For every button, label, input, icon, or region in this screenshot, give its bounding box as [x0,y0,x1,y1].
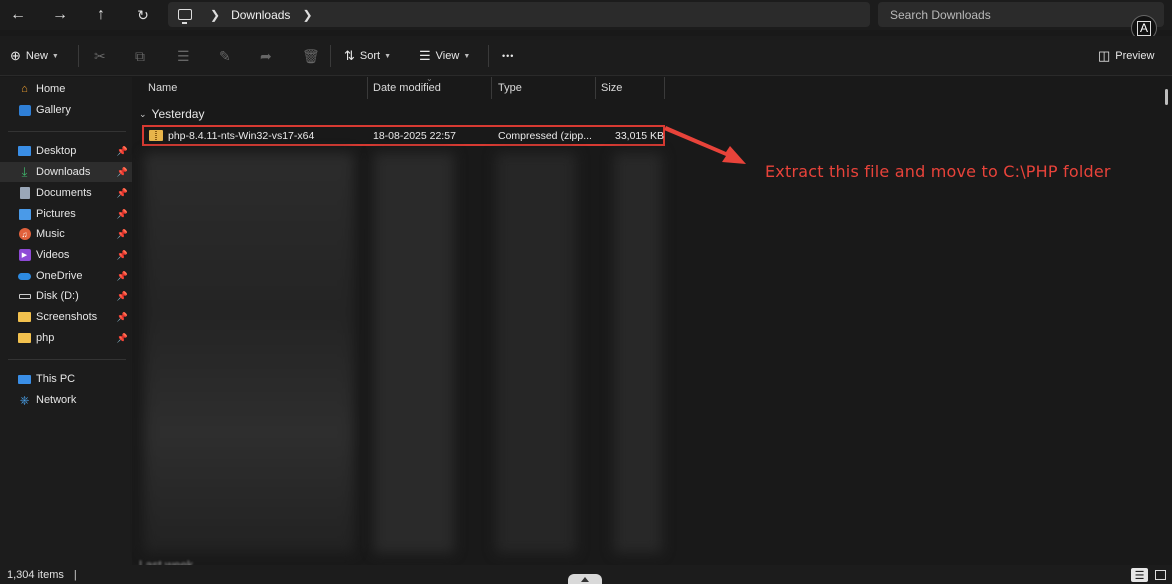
download-icon: ⤓ [21,164,28,179]
file-type: Compressed (zipp... [498,130,592,142]
item-count: 1,304 items [7,568,64,581]
more-options-button[interactable]: ••• [502,45,514,67]
sidebar-item-pictures[interactable]: Pictures 📌 [0,204,132,224]
collapse-tab-icon[interactable] [568,574,602,584]
copy-icon[interactable]: ⧉ [135,45,145,67]
chevron-down-icon: ▼ [384,52,392,60]
sidebar-item-screenshots[interactable]: Screenshots 📌 [0,307,132,327]
status-separator: | [73,568,77,581]
pin-icon[interactable]: 📌 [117,271,128,282]
back-icon[interactable]: ← [5,4,31,26]
pin-icon[interactable]: 📌 [117,250,128,261]
gallery-icon [18,104,31,116]
chevron-down-icon: ⌄ [139,108,147,119]
picture-icon [18,208,31,220]
search-input[interactable]: Search Downloads [878,2,1164,27]
sort-icon: ⇅ [344,48,355,63]
pin-icon[interactable]: 📌 [117,333,128,344]
annotation-text: Extract this file and move to C:\PHP fol… [765,162,1111,181]
home-icon: ⌂ [21,83,28,95]
pin-icon[interactable]: 📌 [117,291,128,302]
vertical-scrollbar[interactable] [1165,89,1168,105]
annotation-arrow-icon [664,126,746,164]
sidebar-item-home[interactable]: ⌂ Home [0,79,132,99]
forward-icon[interactable]: → [47,4,73,26]
desktop-icon [18,145,31,157]
pin-icon[interactable]: 📌 [117,312,128,323]
computer-icon [18,373,31,385]
sort-button[interactable]: ⇅ Sort ▼ [344,45,391,67]
folder-icon [18,311,31,323]
column-header-name[interactable]: Name [148,77,177,99]
command-bar: ⊕ New ▼ ✂ ⧉ ☰ ✎ ➦ 🗑 ⇅ Sort ▼ ☰ View ▼ ••… [0,36,1172,76]
zip-folder-icon [149,130,163,141]
paste-icon[interactable]: ☰ [177,45,190,67]
obscured-sizes [614,153,662,553]
new-button[interactable]: ⊕ New ▼ [10,45,59,67]
details-view-icon[interactable]: ☰ [1131,568,1148,582]
address-row: ← → ↑ ↻ ❯ Downloads ❯ Search Downloads [0,0,1172,30]
sidebar-item-onedrive[interactable]: OneDrive 📌 [0,266,132,286]
navigation-pane: ⌂ Home Gallery Desktop 📌 ⤓ Downloads 📌 D… [0,77,132,565]
pin-icon[interactable]: 📌 [117,209,128,220]
column-header-date-modified[interactable]: Date modified [373,77,441,99]
search-placeholder: Search Downloads [890,7,991,22]
chevron-down-icon: ▼ [463,52,471,60]
file-date-modified: 18-08-2025 22:57 [373,130,456,142]
pin-icon[interactable]: 📌 [117,146,128,157]
sidebar-item-disk-d[interactable]: Disk (D:) 📌 [0,286,132,306]
sidebar-item-documents[interactable]: Documents 📌 [0,183,132,203]
video-icon: ▶ [18,249,31,261]
network-icon: ⎈ [19,392,30,407]
sidebar-item-php[interactable]: php 📌 [0,328,132,348]
obscured-types [496,153,576,553]
share-icon[interactable]: ➦ [260,45,272,67]
column-header-size[interactable]: Size [601,77,622,99]
column-header-type[interactable]: Type [498,77,522,99]
pin-icon[interactable]: 📌 [117,229,128,240]
cloud-icon [18,270,31,282]
plus-circle-icon: ⊕ [10,48,21,63]
sidebar-item-gallery[interactable]: Gallery [0,100,132,120]
group-header-yesterday[interactable]: ⌄ Yesterday [139,107,204,121]
file-list-pane: Name ⌄ Date modified Type Size ⌄ Yesterd… [134,74,1172,572]
pin-icon[interactable]: 📌 [117,188,128,199]
sidebar-item-desktop[interactable]: Desktop 📌 [0,141,132,161]
view-button[interactable]: ☰ View ▼ [419,45,470,67]
rename-icon[interactable]: ✎ [219,45,231,67]
sidebar-item-downloads[interactable]: ⤓ Downloads 📌 [0,162,132,182]
preview-pane-icon: ◫ [1098,48,1111,63]
sidebar-item-videos[interactable]: ▶ Videos 📌 [0,245,132,265]
table-row-highlighted-file[interactable]: php-8.4.11-nts-Win32-vs17-x64 18-08-2025… [142,125,665,146]
music-icon: ♫ [18,228,31,240]
address-bar[interactable]: ❯ Downloads ❯ [168,2,870,27]
file-name: php-8.4.11-nts-Win32-vs17-x64 [168,130,315,142]
tiles-view-icon[interactable] [1152,568,1169,582]
breadcrumb-downloads[interactable]: Downloads [231,8,290,22]
document-icon [18,187,31,199]
preview-button[interactable]: ◫ Preview [1098,45,1154,67]
up-icon[interactable]: ↑ [88,4,114,26]
sidebar-item-music[interactable]: ♫ Music 📌 [0,224,132,244]
delete-icon[interactable]: 🗑 [302,45,320,67]
chevron-right-icon[interactable]: ❯ [210,8,220,22]
obscured-file-names [144,153,354,553]
sidebar-item-this-pc[interactable]: This PC [0,369,132,389]
sidebar-item-network[interactable]: ⎈ Network [0,390,132,410]
cut-icon[interactable]: ✂ [94,45,106,67]
obscured-dates [374,153,454,553]
refresh-icon[interactable]: ↻ [130,4,156,26]
drive-icon [18,290,31,302]
folder-icon [18,332,31,344]
view-list-icon: ☰ [419,48,431,63]
pin-icon[interactable]: 📌 [117,167,128,178]
chevron-down-icon: ▼ [51,52,59,60]
monitor-icon [178,9,192,24]
file-size: 33,015 KB [615,130,665,142]
chevron-right-icon[interactable]: ❯ [302,8,312,22]
